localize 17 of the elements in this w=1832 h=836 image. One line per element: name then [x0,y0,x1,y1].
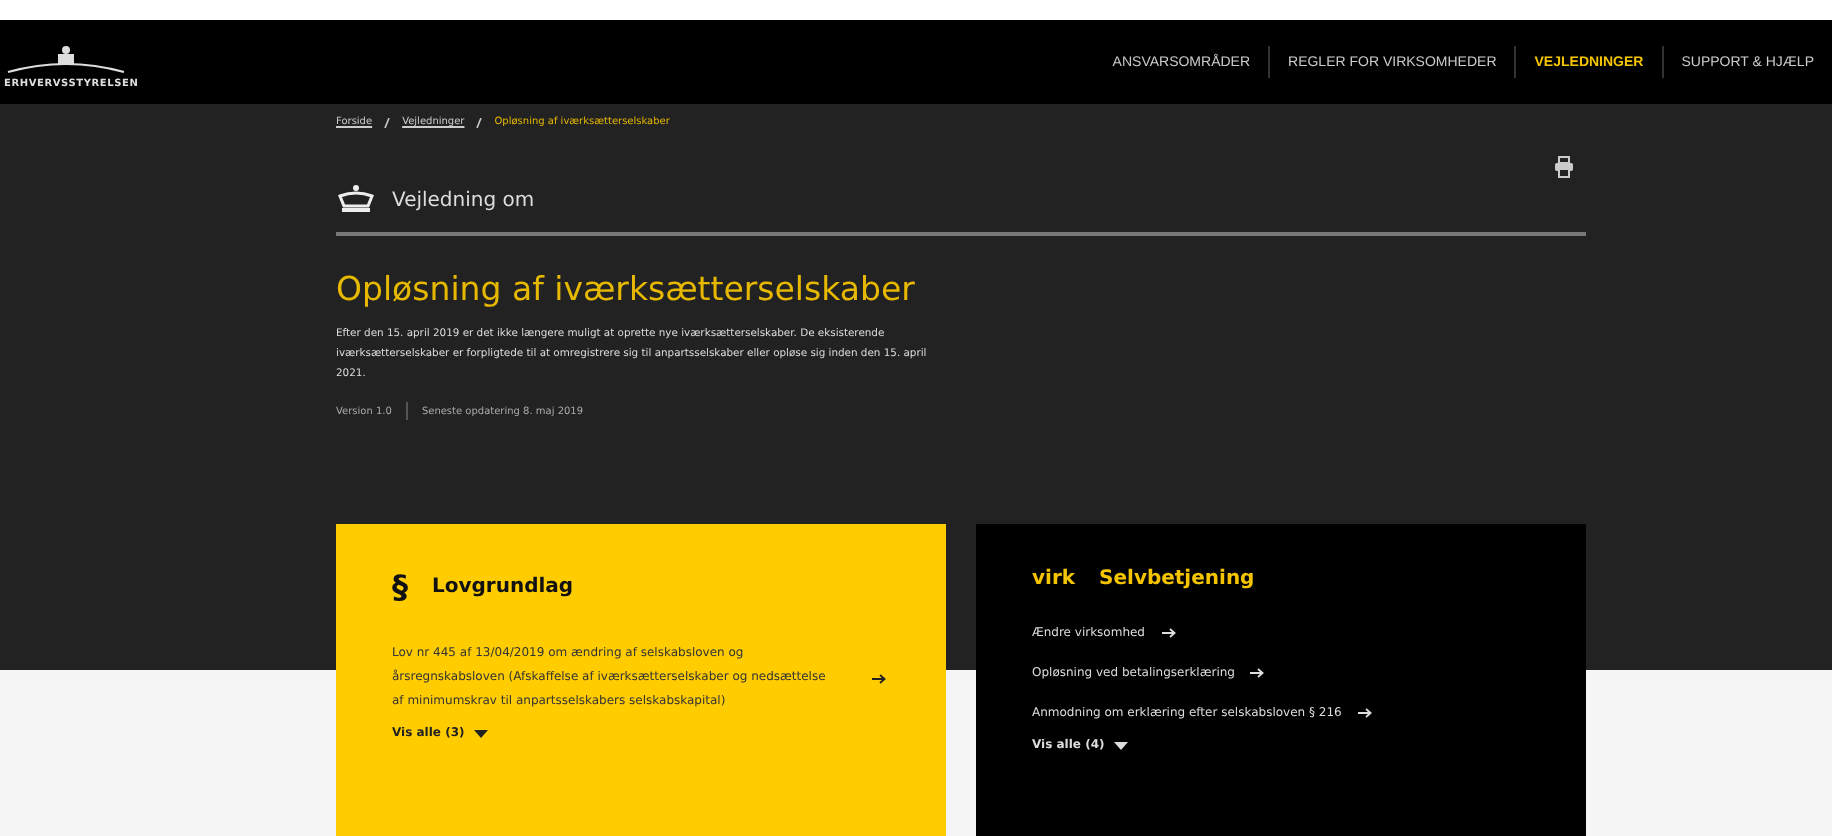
arrow-icon [872,673,886,683]
crown-icon [4,43,128,75]
caret-icon [1114,741,1129,749]
breadcrumb-separator [384,117,391,127]
page-title: Opløsning af iværksætterselskaber [336,270,917,308]
arrow-icon [1250,668,1265,678]
breadcrumb-separator [476,117,483,127]
virk-logo: virk [1032,568,1076,590]
card-title: Selvbetjening [1099,568,1255,590]
caret-icon [474,729,489,737]
crown-icon [336,184,376,216]
arrow-icon [1357,708,1372,718]
paragraph-icon: § [392,568,408,606]
arrow-icon [1161,628,1175,638]
guide-label: Vejledning om [392,189,535,211]
print-icon[interactable] [1554,156,1574,178]
card-title: Lovgrundlag [432,576,574,598]
